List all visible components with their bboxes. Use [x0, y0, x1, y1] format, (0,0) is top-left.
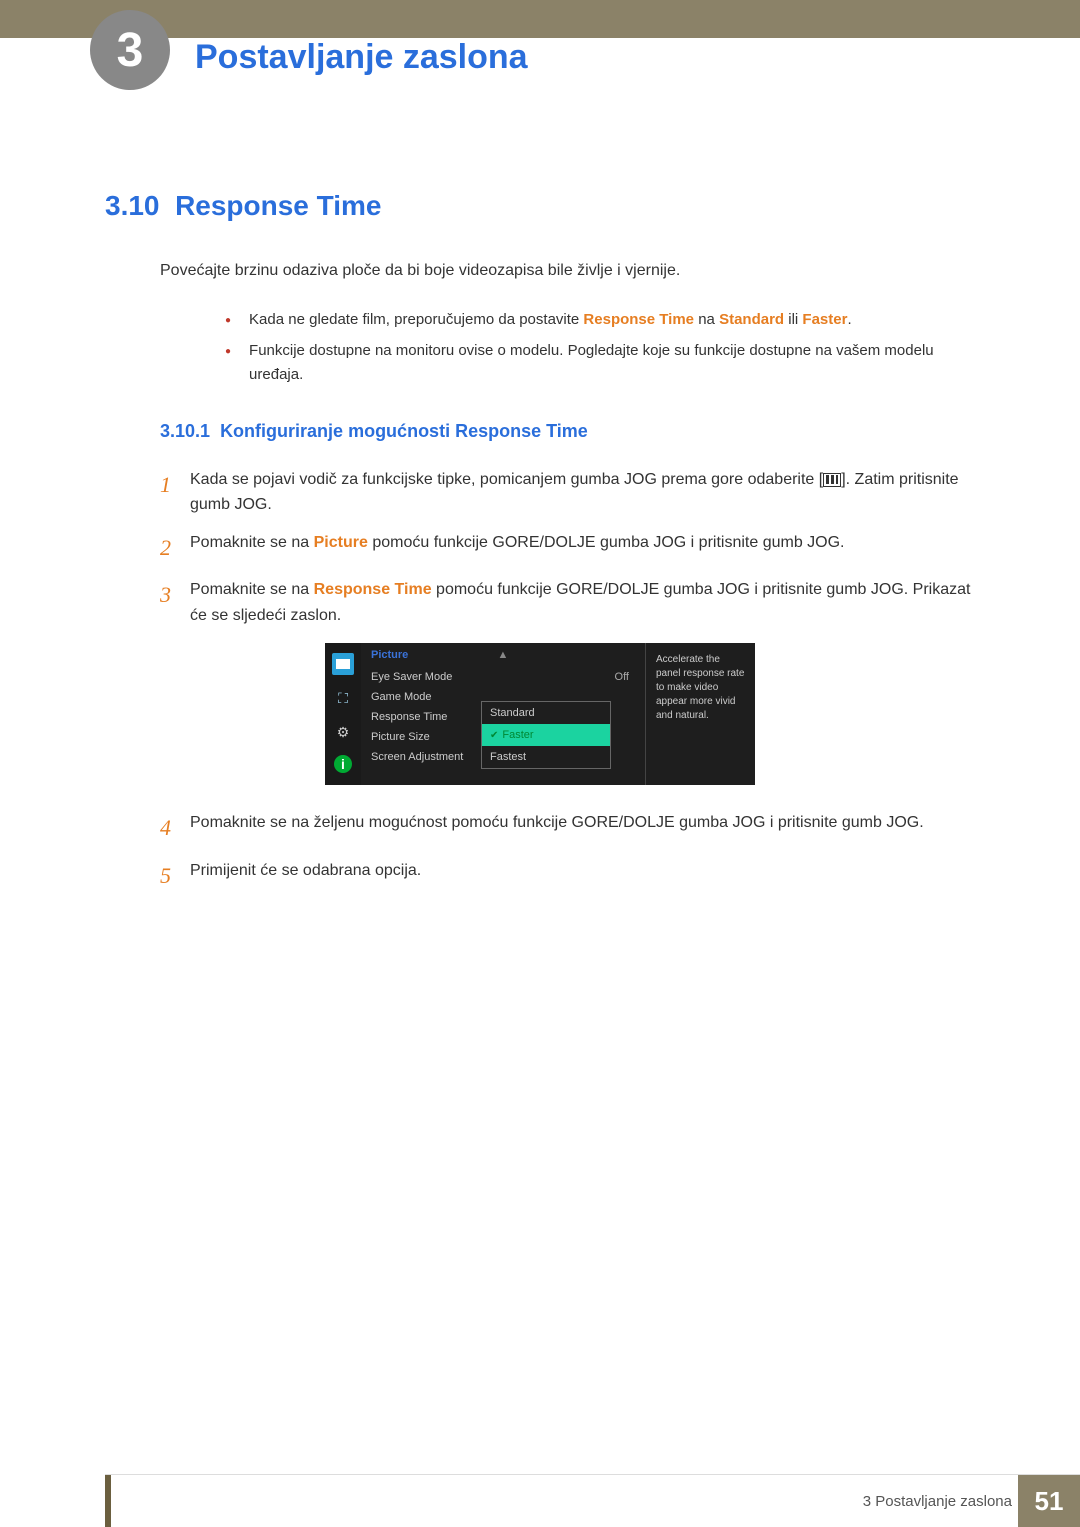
step-number: 1	[160, 467, 190, 518]
subsection-heading: 3.10.1 Konfiguriranje mogućnosti Respons…	[160, 421, 975, 442]
display-tab-icon: ⛶	[332, 687, 354, 709]
osd-option-label: Faster	[502, 729, 533, 741]
highlight: Response Time	[314, 581, 432, 598]
step-3: 3 Pomaknite se na Response Time pomoću f…	[160, 577, 975, 628]
footer-accent	[105, 1475, 111, 1527]
highlight: Picture	[314, 534, 368, 551]
step-text-part: Pomaknite se na	[190, 581, 314, 598]
picture-tab-icon	[332, 653, 354, 675]
step-text: Kada se pojavi vodič za funkcijske tipke…	[190, 467, 975, 518]
osd-option-faster-selected: Faster	[482, 724, 610, 746]
section-title: Response Time	[175, 190, 381, 221]
note-item: ● Kada ne gledate film, preporučujemo da…	[225, 308, 965, 331]
step-text-part: Kada se pojavi vodič za funkcijske tipke…	[190, 471, 823, 488]
note-text-part: .	[847, 311, 851, 328]
osd-option-standard: Standard	[482, 702, 610, 724]
info-tab-icon: i	[334, 755, 352, 773]
osd-main: Picture ▲ Eye Saver ModeOff Game Mode Re…	[361, 643, 645, 785]
osd-row-label: Eye Saver Mode	[371, 671, 615, 683]
osd-screenshot: ⛶ ⚙ i Picture ▲ Eye Saver ModeOff Game M…	[325, 643, 755, 785]
step-text: Pomaknite se na željenu mogućnost pomoću…	[190, 810, 975, 845]
bullet-icon: ●	[225, 313, 231, 331]
page-number: 51	[1018, 1475, 1080, 1527]
step-text: Pomaknite se na Picture pomoću funkcije …	[190, 530, 975, 565]
note-text: Funkcije dostupne na monitoru ovise o mo…	[249, 339, 965, 386]
note-list: ● Kada ne gledate film, preporučujemo da…	[225, 308, 965, 386]
section-intro: Povećajte brzinu odaziva ploče da bi boj…	[160, 262, 975, 280]
step-1: 1 Kada se pojavi vodič za funkcijske tip…	[160, 467, 975, 518]
osd-help-text: Accelerate the panel response rate to ma…	[645, 643, 755, 785]
step-5: 5 Primijenit će se odabrana opcija.	[160, 858, 975, 893]
up-arrow-icon: ▲	[498, 649, 509, 661]
subsection-title: Konfiguriranje mogućnosti Response Time	[220, 421, 588, 441]
footer: 3 Postavljanje zaslona 51	[0, 1475, 1080, 1527]
subsection-number: 3.10.1	[160, 421, 210, 441]
step-2: 2 Pomaknite se na Picture pomoću funkcij…	[160, 530, 975, 565]
bullet-icon: ●	[225, 344, 231, 386]
osd-sidebar: ⛶ ⚙ i	[325, 643, 361, 785]
osd-row-value: Off	[615, 671, 629, 683]
step-number: 5	[160, 858, 190, 893]
page-content: 3.10 Response Time Povećajte brzinu odaz…	[105, 190, 975, 905]
step-number: 3	[160, 577, 190, 628]
step-text-part: Pomaknite se na	[190, 534, 314, 551]
chapter-title: Postavljanje zaslona	[195, 38, 528, 77]
highlight: Faster	[802, 311, 847, 328]
step-text: Primijenit će se odabrana opcija.	[190, 858, 975, 893]
note-text-part: na	[694, 311, 719, 328]
step-text-part: pomoću funkcije GORE/DOLJE gumba JOG i p…	[368, 534, 845, 551]
step-number: 4	[160, 810, 190, 845]
section-number: 3.10	[105, 190, 160, 221]
note-text-part: Kada ne gledate film, preporučujemo da p…	[249, 311, 583, 328]
osd-dropdown: Standard Faster Fastest	[481, 701, 611, 769]
footer-chapter-label: 3 Postavljanje zaslona	[863, 1475, 1012, 1527]
note-item: ● Funkcije dostupne na monitoru ovise o …	[225, 339, 965, 386]
chapter-number-badge: 3	[90, 10, 170, 90]
section-heading: 3.10 Response Time	[105, 190, 975, 222]
highlight: Response Time	[583, 311, 694, 328]
note-text-part: ili	[784, 311, 802, 328]
step-number: 2	[160, 530, 190, 565]
highlight: Standard	[719, 311, 784, 328]
step-4: 4 Pomaknite se na željenu mogućnost pomo…	[160, 810, 975, 845]
step-text: Pomaknite se na Response Time pomoću fun…	[190, 577, 975, 628]
menu-icon	[823, 473, 841, 487]
note-text: Kada ne gledate film, preporučujemo da p…	[249, 308, 852, 331]
osd-option-fastest: Fastest	[482, 746, 610, 768]
settings-tab-icon: ⚙	[332, 721, 354, 743]
osd-row: Eye Saver ModeOff	[371, 667, 635, 687]
